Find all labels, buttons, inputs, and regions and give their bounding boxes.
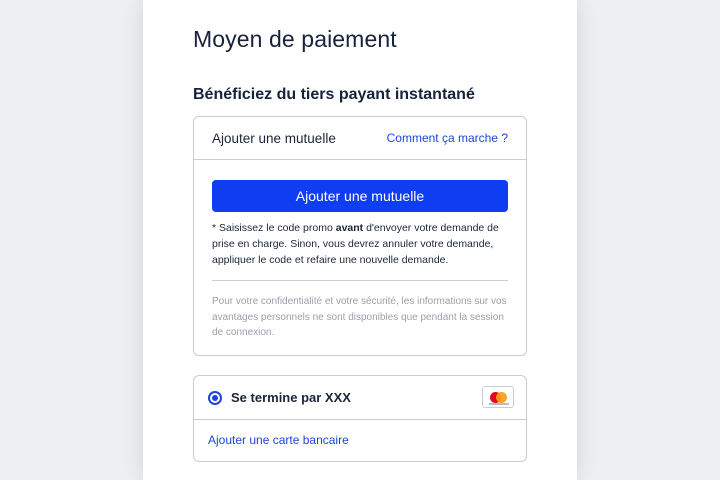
divider [212, 280, 508, 281]
payment-method-card: Se termine par XXX Ajouter une carte ban… [193, 375, 527, 462]
page-title: Moyen de paiement [193, 26, 397, 52]
how-it-works-link[interactable]: Comment ça marche ? [387, 131, 508, 145]
add-mutuelle-button[interactable]: Ajouter une mutuelle [212, 180, 508, 212]
promo-note-bold: avant [335, 222, 364, 234]
mastercard-icon [482, 386, 514, 408]
add-bank-card-link[interactable]: Ajouter une carte bancaire [194, 420, 526, 460]
mastercard-yellow-circle [496, 392, 507, 403]
saved-card-row[interactable]: Se termine par XXX [194, 376, 526, 420]
mutuelle-card-title: Ajouter une mutuelle [212, 130, 336, 146]
privacy-note: Pour votre confidentialité et votre sécu… [212, 296, 507, 338]
mastercard-wordmark [489, 403, 509, 405]
mutuelle-card-header: Ajouter une mutuelle Comment ça marche ? [194, 117, 526, 160]
card-radio-button[interactable] [208, 390, 222, 405]
section-title: Bénéficiez du tiers payant instantané [193, 86, 475, 103]
promo-note-prefix: * Saisissez le code promo [212, 222, 336, 234]
saved-card-label: Se termine par XXX [231, 390, 351, 405]
payment-panel: Moyen de paiement Bénéficiez du tiers pa… [143, 0, 577, 480]
promo-code-note: * Saisissez le code promo avant d'envoye… [212, 220, 510, 268]
radio-selected-dot [212, 394, 218, 401]
mutuelle-card: Ajouter une mutuelle Comment ça marche ?… [193, 116, 527, 356]
